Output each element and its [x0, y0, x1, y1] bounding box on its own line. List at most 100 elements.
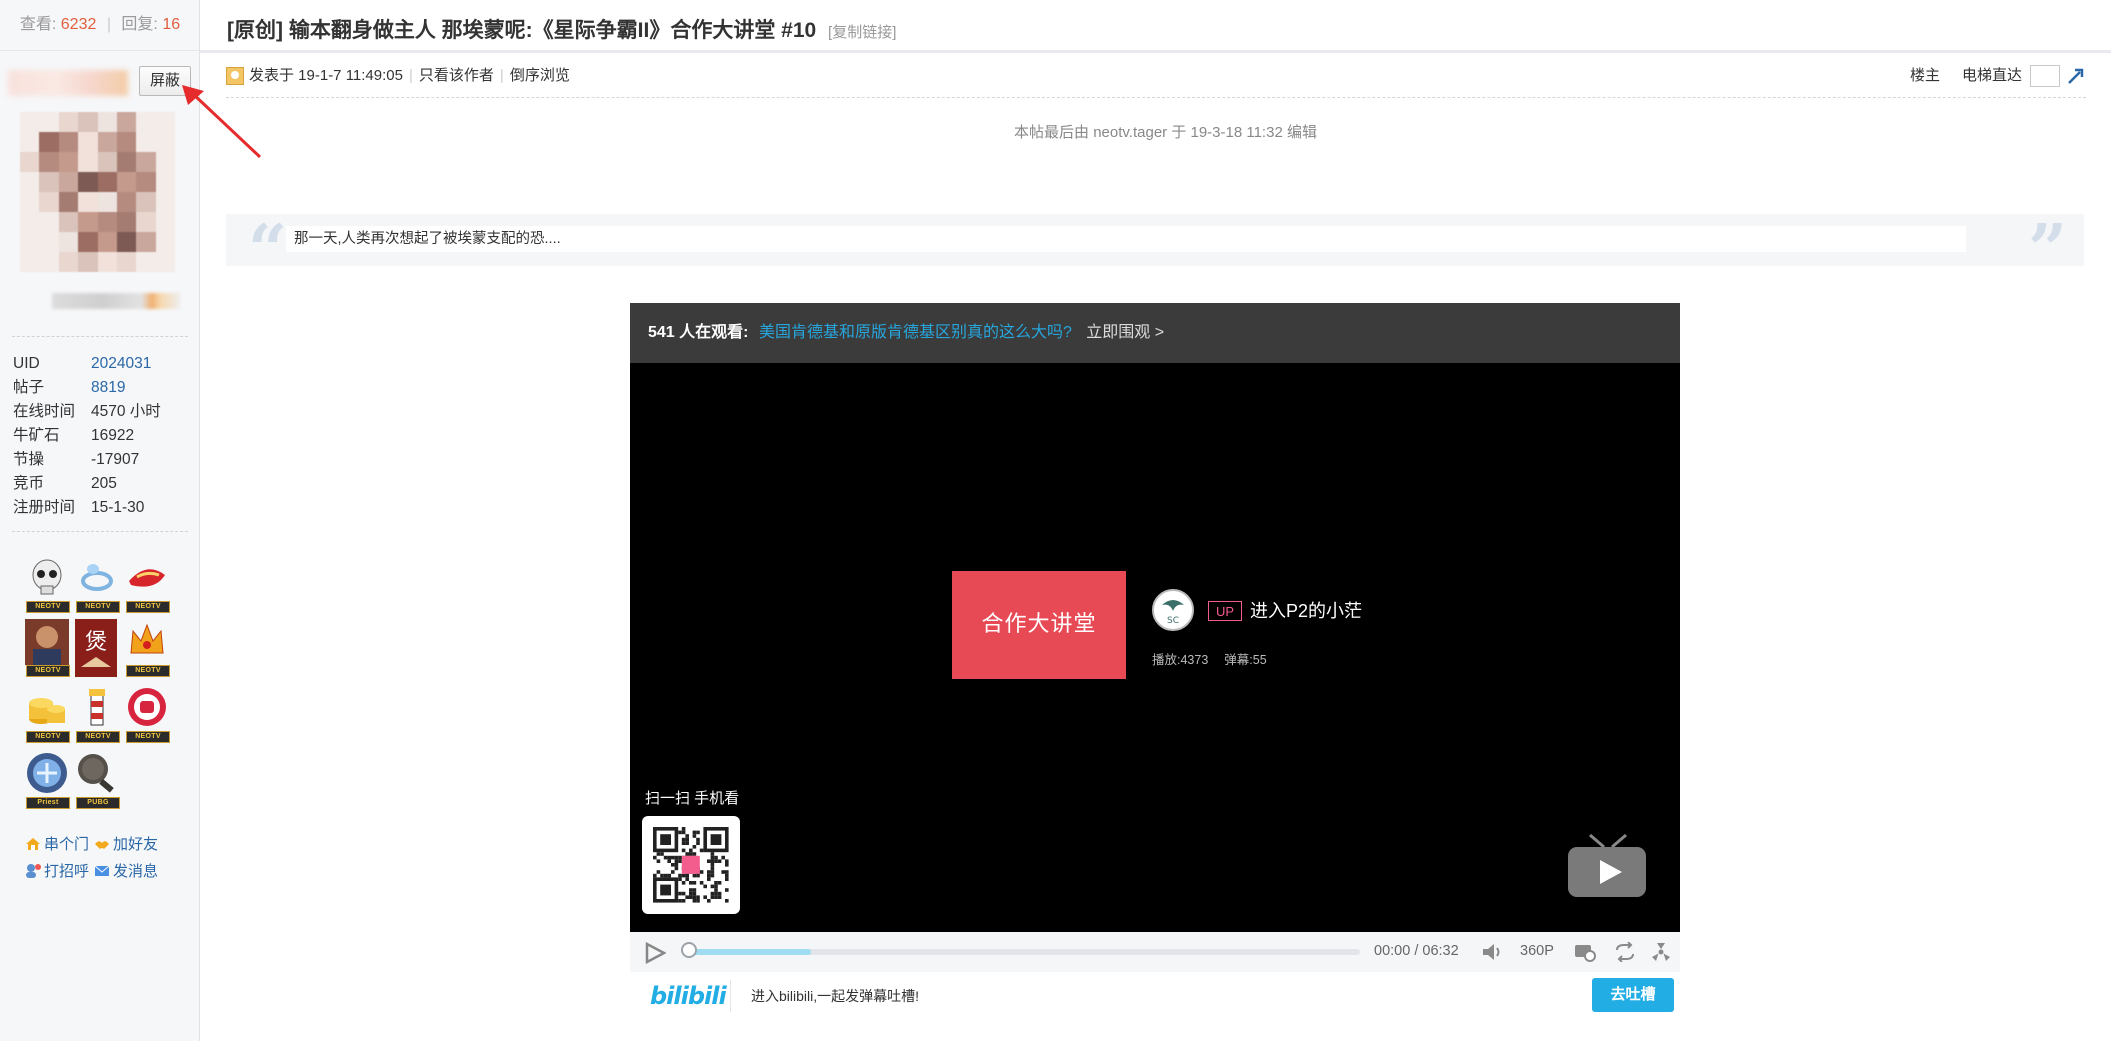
medal-tag: NEOTV — [76, 731, 120, 743]
volume-icon[interactable] — [1481, 942, 1503, 962]
floor-label: 楼主 — [1909, 67, 1940, 84]
qr-module — [685, 873, 689, 878]
only-author-link[interactable]: 只看该作者 — [419, 63, 494, 89]
info-value: 15-1-30 — [91, 499, 145, 516]
info-value-posts[interactable]: 8819 — [91, 376, 125, 400]
qr-module — [717, 895, 722, 899]
video-screen[interactable]: 合作大讲堂 SC UP 进入P2的小茫 播放:4373 弹幕:55 扫一扫 手机看 — [630, 363, 1680, 932]
avatar-pixel — [20, 172, 40, 192]
qr-module — [660, 852, 664, 856]
medal-fist[interactable]: NEOTV — [125, 685, 171, 743]
info-row-uid: UID 2024031 — [13, 352, 161, 376]
floor-number-input[interactable] — [2030, 65, 2060, 87]
bilibili-tv-icon[interactable] — [1566, 833, 1650, 901]
progress-bar[interactable] — [690, 949, 1360, 955]
qr-module — [674, 859, 679, 863]
medal-crown[interactable]: NEOTV — [125, 619, 171, 677]
medal-tag: NEOTV — [26, 601, 70, 613]
message-link[interactable]: 发消息 — [94, 860, 158, 881]
edit-note: 本帖最后由 neotv.tager 于 19-3-18 11:32 编辑 — [1014, 124, 1317, 141]
send-danmaku-button[interactable]: 去吐槽 — [1592, 978, 1674, 1012]
qr-code — [642, 816, 740, 914]
visit-link[interactable]: 串个门 — [25, 833, 89, 854]
qr-module — [696, 899, 700, 903]
qr-module — [685, 837, 689, 842]
medal-skull[interactable]: NEOTV — [25, 555, 71, 613]
medal-lighthouse[interactable]: NEOTV — [75, 685, 121, 743]
meta-separator: | — [408, 67, 413, 84]
uploader-avatar[interactable]: SC — [1152, 589, 1194, 631]
medal-lips[interactable]: NEOTV — [125, 555, 171, 613]
avatar-pixel — [58, 152, 79, 172]
reverse-order-link[interactable]: 倒序浏览 — [510, 63, 570, 89]
info-value-uid[interactable]: 2024031 — [91, 352, 151, 376]
author-info: UID 2024031 帖子 8819 在线时间 4570 小时 牛矿石 169… — [13, 352, 161, 520]
danmaku-prompt[interactable]: 进入bilibili,一起发弹幕吐槽! — [751, 986, 919, 1006]
go-watch-link[interactable]: 立即围观 > — [1086, 324, 1164, 341]
divider — [12, 531, 188, 532]
views-count: 6232 — [60, 16, 97, 33]
loop-icon[interactable] — [1614, 942, 1636, 962]
avatar-pixel — [58, 212, 79, 232]
danmaku-toggle-icon[interactable] — [1574, 942, 1596, 962]
qr-module — [678, 873, 682, 878]
qr-module — [667, 859, 671, 863]
avatar-pixel — [136, 192, 156, 212]
progress-knob[interactable] — [681, 942, 697, 958]
medal-ring[interactable]: NEOTV — [75, 555, 121, 613]
portrait-icon — [25, 619, 69, 665]
qr-module — [710, 870, 715, 874]
video-cover[interactable]: 合作大讲堂 — [952, 571, 1126, 679]
qr-module — [714, 884, 718, 889]
medal-coins[interactable]: NEOTV — [25, 685, 71, 743]
medal-priest[interactable]: Priest — [25, 751, 71, 809]
qr-module — [699, 848, 704, 853]
copy-link-button[interactable]: [复制链接] — [828, 24, 896, 41]
medal-tag: NEOTV — [126, 665, 170, 677]
avatar-pixel — [78, 212, 98, 232]
qr-module — [671, 870, 675, 874]
avatar-pixel — [116, 212, 137, 232]
add-friend-link[interactable]: 加好友 — [94, 833, 158, 854]
quality-selector[interactable]: 360P — [1520, 943, 1554, 959]
qr-module — [671, 863, 675, 867]
qr-module — [707, 899, 711, 903]
medal-pubg[interactable]: PUBG — [75, 751, 121, 809]
handshake-icon — [95, 840, 109, 849]
replies-count: 16 — [162, 16, 181, 33]
qr-module — [681, 841, 686, 845]
author-username-blurred[interactable] — [8, 70, 128, 96]
qr-module — [656, 852, 661, 856]
author-rank-blurred — [52, 293, 180, 309]
play-icon[interactable] — [644, 942, 666, 964]
elevator-label: 电梯直达 — [1961, 67, 2022, 84]
video-stats: 播放:4373 弹幕:55 — [1152, 649, 1267, 668]
qr-module — [710, 895, 715, 899]
qr-module — [692, 881, 697, 885]
video-player: 541 人在观看: 美国肯德基和原版肯德基区别真的这么大吗? 立即围观 > 合作… — [630, 303, 1680, 1020]
qr-module — [689, 888, 693, 892]
play-count: 播放:4373 — [1152, 653, 1209, 667]
avatar-pixel — [39, 212, 59, 232]
author-sidebar: 查看: 6232 | 回复: 16 屏蔽 UID 2024031 帖子 8819… — [0, 0, 200, 1041]
meta-separator: | — [499, 67, 504, 84]
qr-module — [714, 891, 718, 896]
avatar-pixel — [20, 192, 40, 212]
replies-label: 回复: — [121, 16, 158, 33]
qr-module — [678, 830, 682, 835]
fan-icon[interactable] — [1650, 942, 1672, 962]
recommended-video-link[interactable]: 美国肯德基和原版肯德基区别真的这么大吗? — [759, 324, 1072, 341]
qr-module — [710, 884, 715, 889]
qr-module — [696, 895, 700, 899]
avatar-pixel — [97, 212, 117, 232]
medal-portrait[interactable]: NEOTV — [25, 619, 71, 677]
jump-arrow-icon[interactable] — [2066, 66, 2086, 86]
avatar-pixel — [39, 152, 59, 172]
greet-link[interactable]: 打招呼 — [25, 860, 89, 881]
qr-module — [717, 859, 722, 863]
open-quote-icon: “ — [248, 210, 288, 290]
medal-pot[interactable]: 煲 — [75, 619, 121, 677]
uploader-name[interactable]: 进入P2的小茫 — [1250, 597, 1362, 623]
bilibili-logo[interactable]: bilibili — [650, 982, 727, 1010]
avatar-pixel — [58, 252, 79, 272]
